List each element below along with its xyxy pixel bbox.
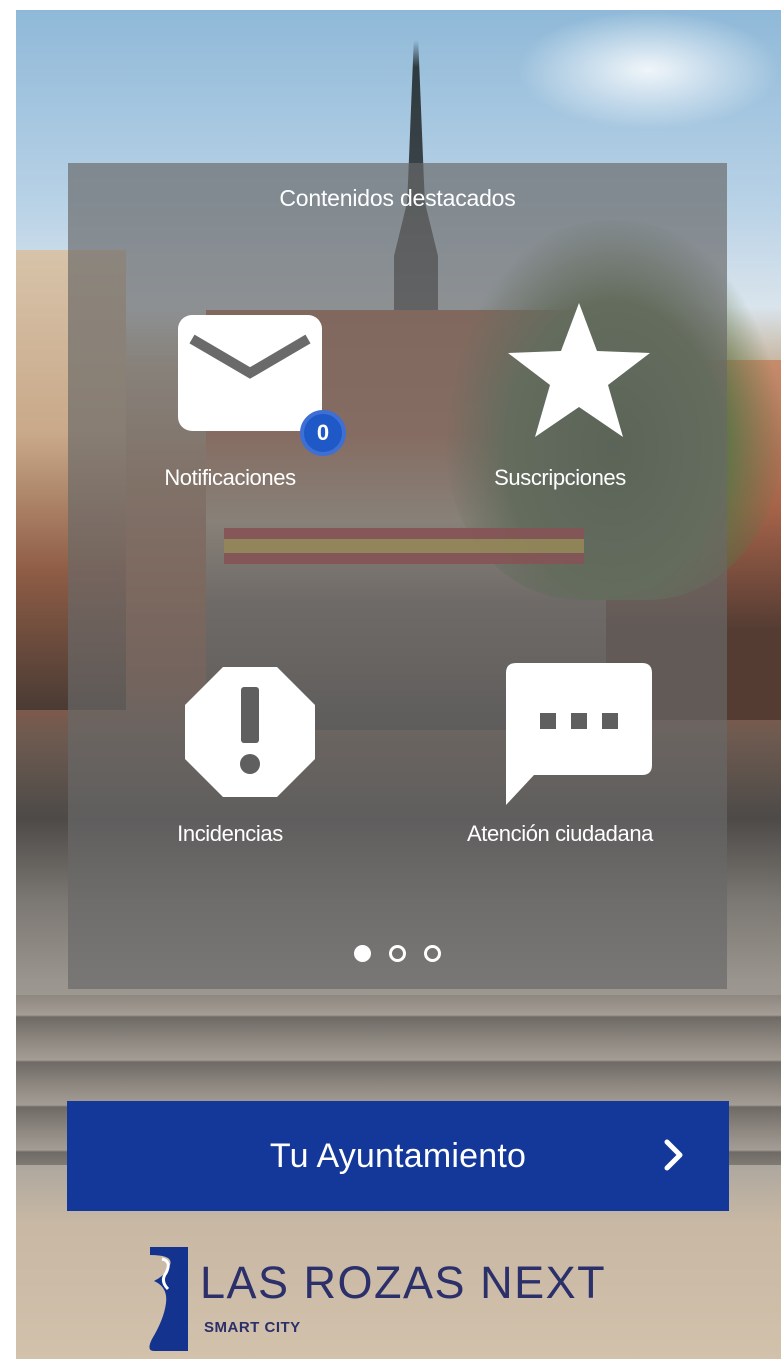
pagination-dot-1[interactable]	[354, 945, 371, 962]
panel-title: Contenidos destacados	[279, 185, 516, 211]
featured-content-panel: Contenidos destacados 0 Notificaciones S…	[68, 163, 727, 989]
logo-mark-icon	[144, 1247, 190, 1356]
citizen-service-tile[interactable]: Atención ciudadana	[420, 653, 700, 893]
notifications-badge: 0	[300, 410, 346, 456]
las-rozas-next-logo: LAS ROZAS NEXT SMART CITY	[144, 1247, 614, 1351]
background-cloud	[516, 10, 781, 130]
logo-tagline: SMART CITY	[204, 1319, 301, 1336]
envelope-icon	[176, 313, 324, 433]
incidents-tile[interactable]: Incidencias	[90, 653, 370, 893]
subscriptions-label: Suscripciones	[494, 465, 626, 490]
notifications-tile[interactable]: 0 Notificaciones	[90, 293, 370, 533]
warning-octagon-icon	[183, 665, 317, 799]
tu-ayuntamiento-label: Tu Ayuntamiento	[269, 1136, 527, 1175]
pagination-dot-3[interactable]	[424, 945, 441, 962]
chat-bubble-icon	[504, 661, 654, 807]
chevron-right-icon	[663, 1138, 685, 1177]
pagination-dot-2[interactable]	[389, 945, 406, 962]
pagination-dots	[68, 945, 727, 962]
star-icon	[504, 299, 654, 441]
citizen-service-label: Atención ciudadana	[466, 821, 654, 846]
logo-name: LAS ROZAS NEXT	[200, 1257, 607, 1308]
incidents-label: Incidencias	[177, 821, 283, 846]
notifications-label: Notificaciones	[164, 465, 296, 490]
subscriptions-tile[interactable]: Suscripciones	[420, 293, 700, 533]
tu-ayuntamiento-button[interactable]: Tu Ayuntamiento	[67, 1101, 729, 1211]
